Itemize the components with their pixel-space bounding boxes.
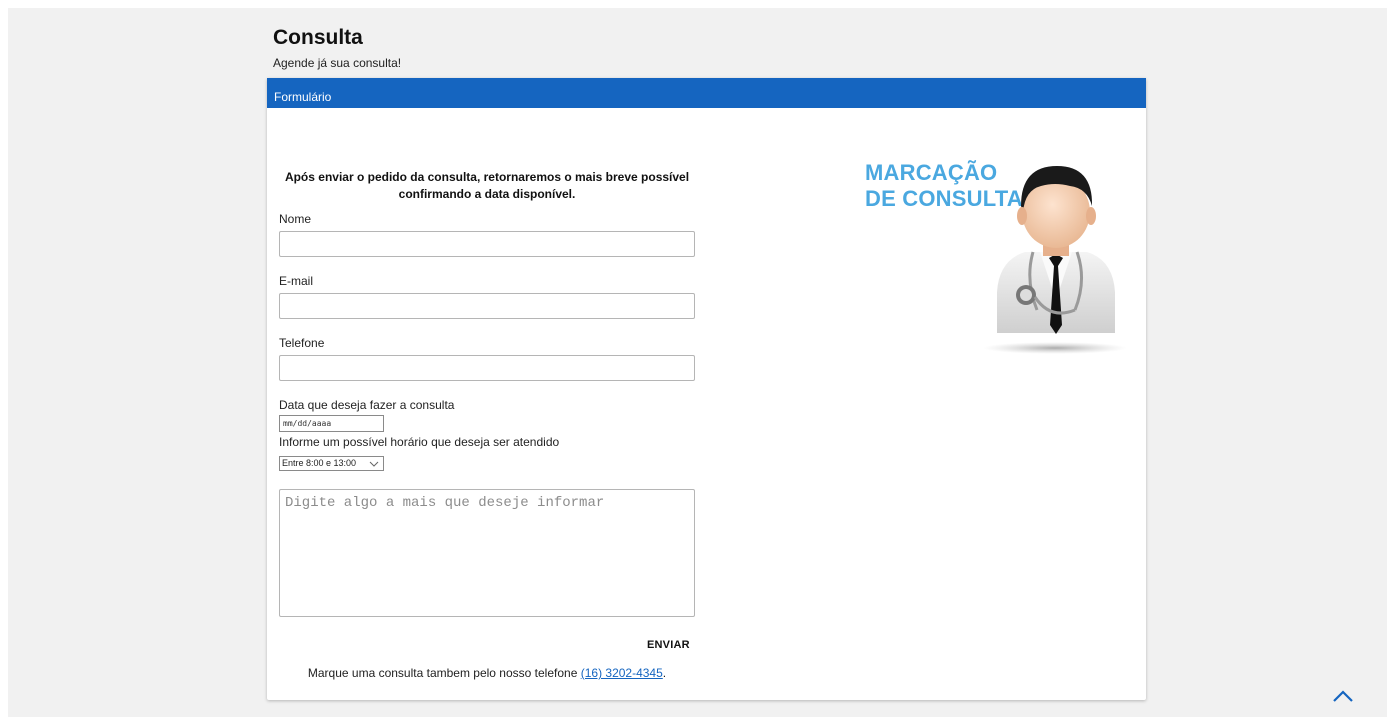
phone-input[interactable]: [279, 355, 695, 381]
time-select[interactable]: Entre 8:00 e 13:00: [279, 456, 384, 471]
name-label: Nome: [279, 212, 312, 226]
phone-link[interactable]: (16) 3202-4345: [581, 666, 663, 680]
chevron-up-icon: [1333, 690, 1353, 702]
intro-line-1: Após enviar o pedido da consulta, retorn…: [284, 170, 690, 184]
date-label: Data que deseja fazer a consulta: [279, 398, 455, 412]
footer-note-text: Marque uma consulta tambem pelo nosso te…: [307, 666, 578, 680]
scroll-to-top-button[interactable]: [1331, 688, 1355, 704]
footer-note: Marque uma consulta tambem pelo nosso te…: [279, 666, 695, 680]
footer-period: .: [662, 666, 667, 680]
chevron-down-icon: [369, 457, 379, 474]
intro-line-2: confirmando a data disponível.: [398, 187, 576, 201]
date-input[interactable]: mm/dd/aaaa: [279, 415, 384, 432]
page-title: Consulta: [273, 26, 363, 49]
email-input[interactable]: [279, 293, 695, 319]
time-select-value: Entre 8:00 e 13:00: [282, 458, 357, 468]
page-subtitle: Agende já sua consulta!: [273, 56, 402, 70]
intro-text: Após enviar o pedido da consulta, retorn…: [279, 169, 695, 203]
doctor-illustration: [983, 166, 1127, 354]
email-label: E-mail: [279, 274, 314, 288]
send-button[interactable]: ENVIAR: [647, 639, 690, 651]
notes-textarea[interactable]: Digite algo a mais que deseje informar: [279, 489, 695, 617]
card-header: Formulário: [267, 78, 1146, 108]
promo-image: MARCAÇÃO DE CONSULTA: [865, 160, 1130, 360]
phone-label: Telefone: [279, 336, 325, 350]
time-label: Informe um possível horário que deseja s…: [279, 435, 560, 449]
page-header: Consulta Agende já sua consulta!: [273, 26, 401, 70]
form-card: Formulário Após enviar o pedido da consu…: [267, 78, 1146, 700]
name-input[interactable]: [279, 231, 695, 257]
